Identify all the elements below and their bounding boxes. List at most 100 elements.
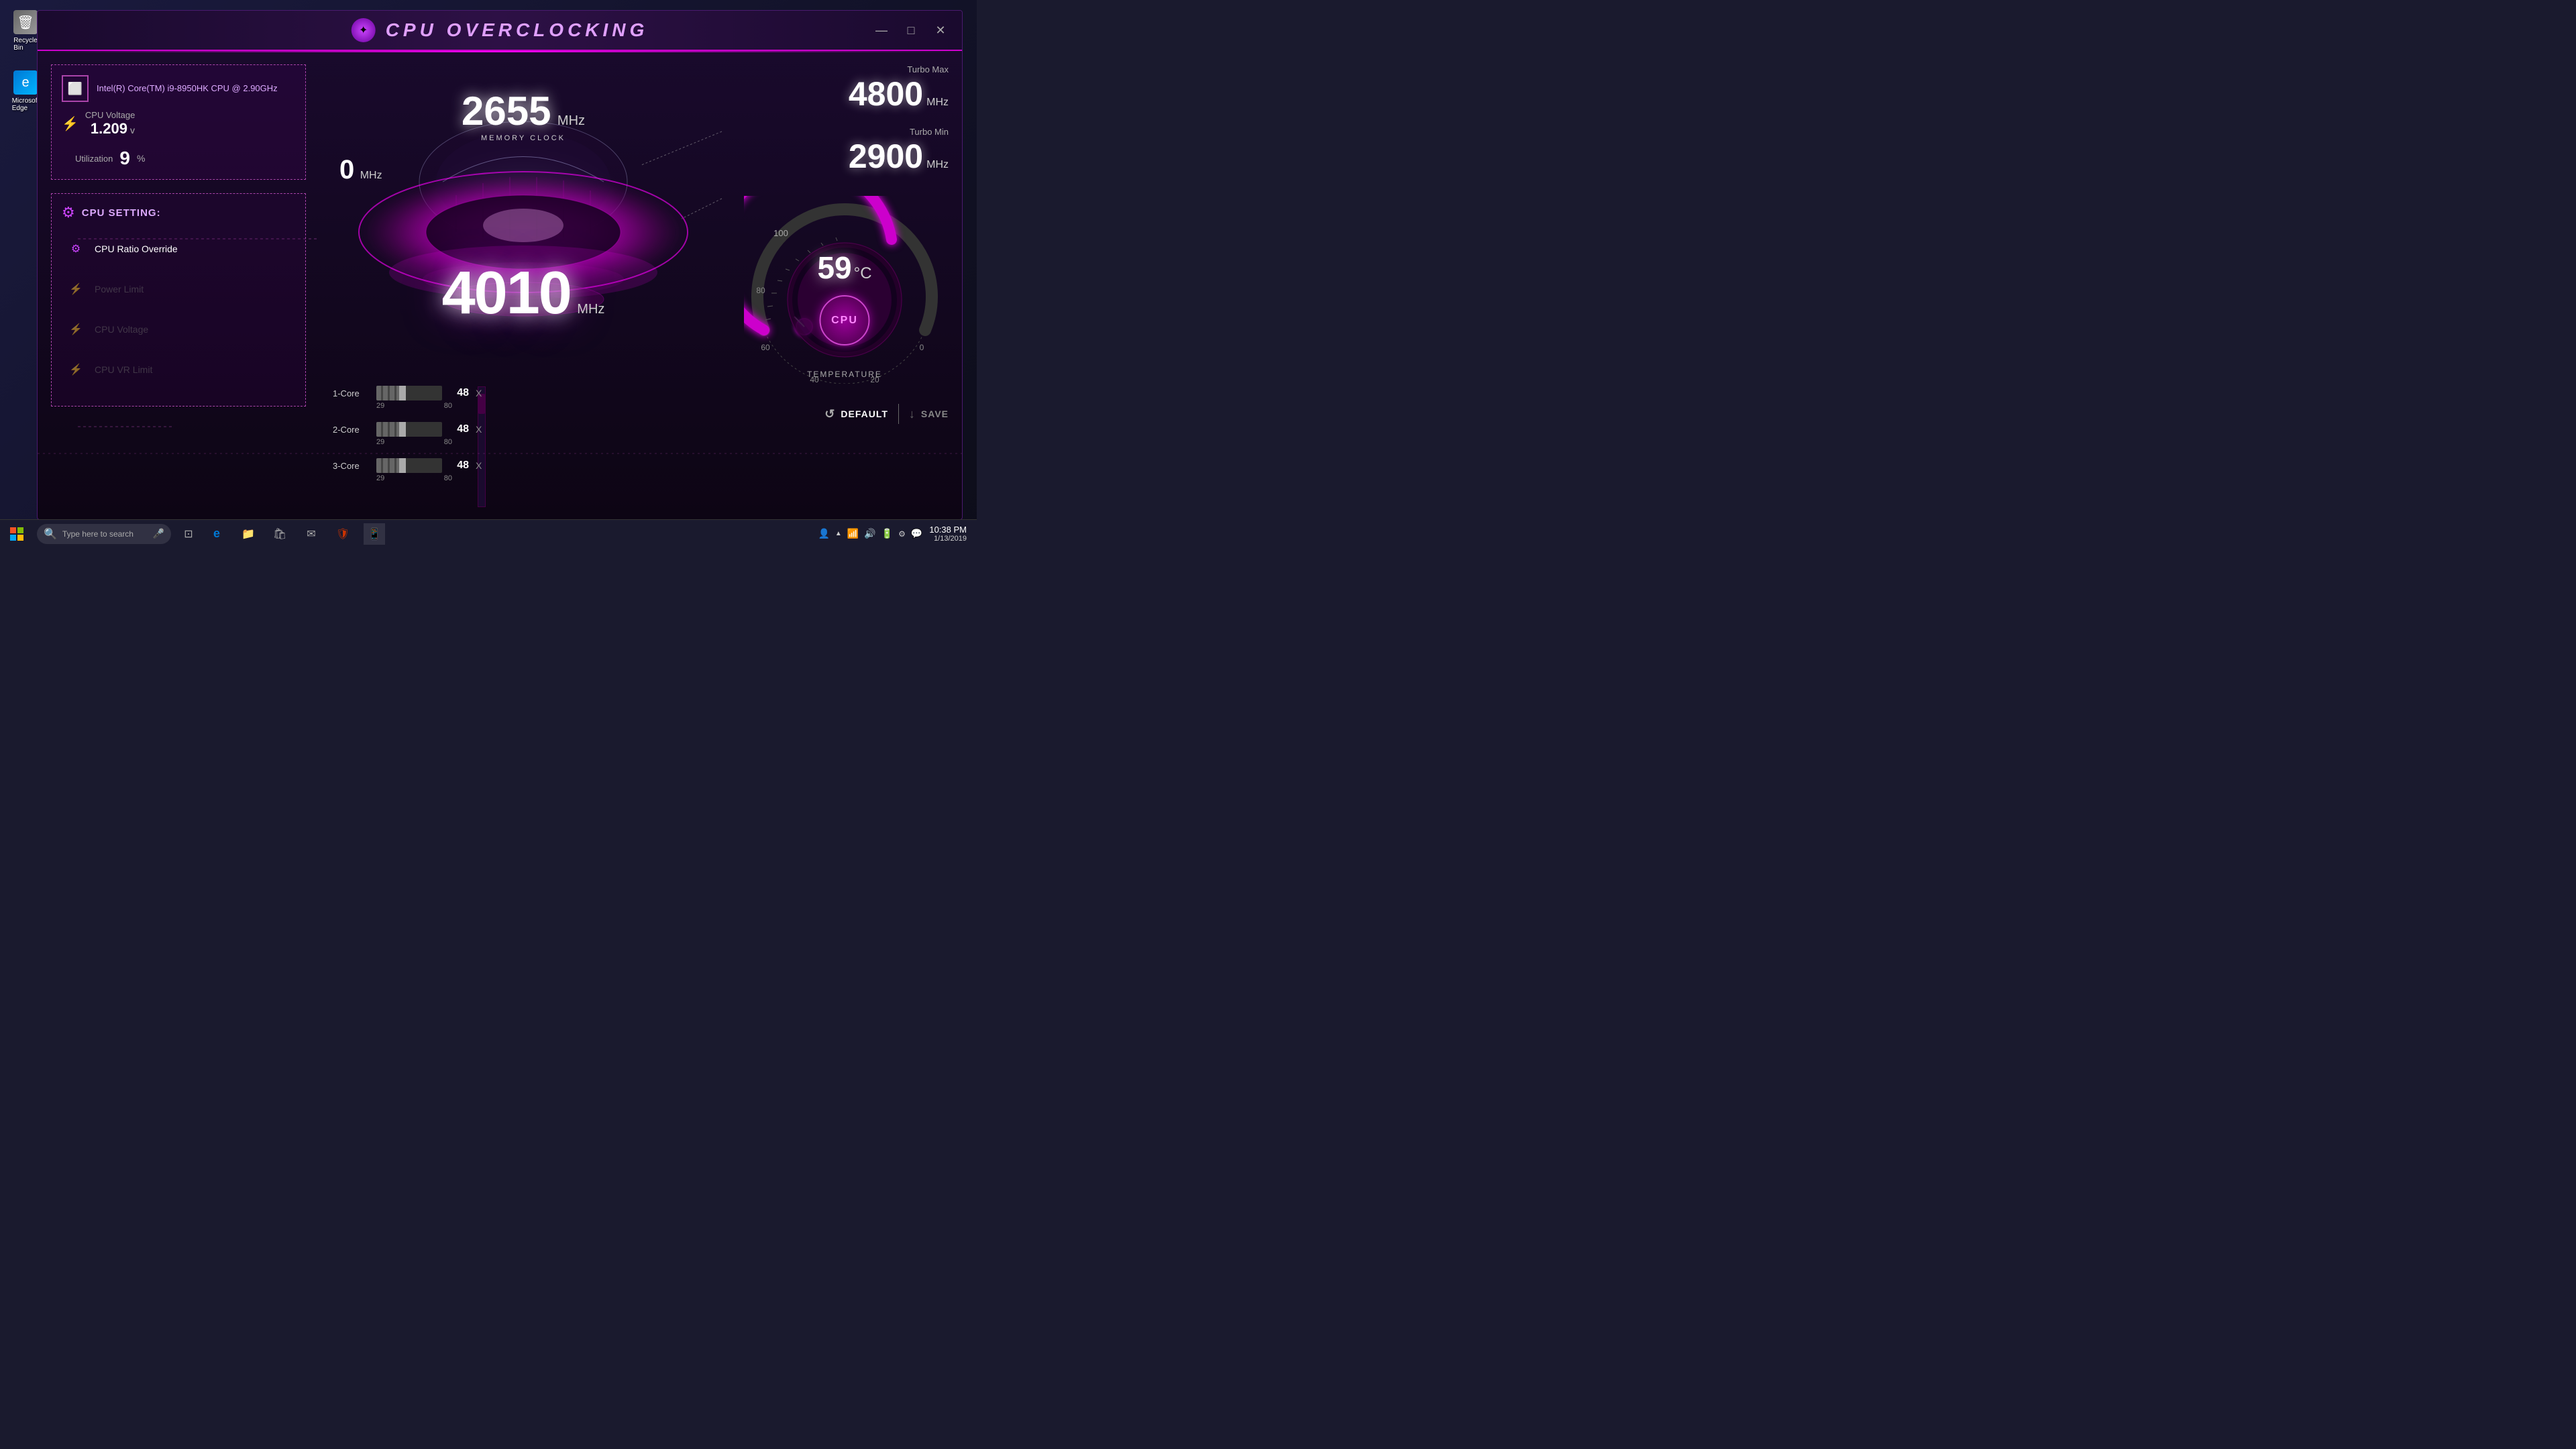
chevron-tray-icon[interactable]: ▲ bbox=[835, 530, 842, 537]
action-divider bbox=[898, 404, 899, 424]
right-panel: Turbo Max 4800 MHz Turbo Min 2900 MHz bbox=[727, 51, 962, 519]
app-icon: ✦ bbox=[352, 18, 376, 42]
voltage-info: CPU Voltage 1.209 v bbox=[85, 110, 135, 138]
antivirus-taskbar-icon[interactable]: 🛡 bbox=[332, 523, 354, 545]
slider-3core-label: 3-Core bbox=[333, 461, 370, 471]
memory-clock-value: 2655 MHz bbox=[462, 88, 585, 134]
main-freq-value: 4010 bbox=[442, 260, 571, 327]
network-icon: 📶 bbox=[847, 528, 859, 539]
cpu-vr-limit-icon: ⚡ bbox=[65, 359, 87, 380]
app-title: CPU OVERCLOCKING bbox=[386, 19, 649, 41]
slider-1core-track[interactable] bbox=[376, 386, 442, 400]
slider-3core-x[interactable]: X bbox=[476, 460, 486, 471]
system-tray: 👤 ▲ 📶 🔊 🔋 ⚙ 💬 10:38 PM 1/13/2019 bbox=[818, 525, 977, 543]
left-freq-unit: MHz bbox=[360, 170, 382, 181]
turbo-max-unit: MHz bbox=[926, 97, 949, 109]
setting-cpu-vr-limit[interactable]: ⚡ CPU VR Limit bbox=[62, 356, 295, 384]
setting-cpu-voltage[interactable]: ⚡ CPU Voltage bbox=[62, 315, 295, 343]
store-icon: 🛍 bbox=[273, 527, 286, 541]
close-button[interactable]: ✕ bbox=[932, 22, 949, 38]
edge-taskbar-icon[interactable]: e bbox=[206, 523, 227, 545]
minimize-button[interactable]: — bbox=[873, 22, 890, 38]
slider-2core-x[interactable]: X bbox=[476, 424, 486, 435]
battery-icon: 🔋 bbox=[881, 528, 893, 539]
temperature-gauge: 100 80 60 40 20 0 bbox=[744, 196, 945, 397]
power-limit-icon: ⚡ bbox=[65, 278, 87, 300]
window-controls: — □ ✕ bbox=[873, 22, 949, 38]
power-limit-label: Power Limit bbox=[95, 284, 144, 294]
svg-text:60: 60 bbox=[761, 343, 770, 352]
task-view-button[interactable]: ⊡ bbox=[178, 523, 199, 545]
voltage-icon: ⚡ bbox=[62, 115, 78, 132]
save-button[interactable]: ↓ SAVE bbox=[909, 407, 949, 421]
explorer-taskbar-icon[interactable]: 📁 bbox=[237, 523, 259, 545]
slider-3core-value: 48 bbox=[449, 460, 469, 472]
memory-clock-display: 2655 MHz MEMORY CLOCK bbox=[462, 88, 585, 142]
temperature-label: TEMPERATURE bbox=[807, 368, 882, 380]
slider-1core: 1-Core 48 X 29 80 bbox=[333, 386, 486, 410]
turbo-min-label: Turbo Min bbox=[727, 127, 949, 137]
left-freq-value: 0 bbox=[339, 155, 354, 184]
clock-date: 1/13/2019 bbox=[929, 535, 967, 543]
cpu-name: Intel(R) Core(TM) i9-8950HK CPU @ 2.90GH… bbox=[97, 83, 278, 95]
temperature-value: 59 bbox=[817, 250, 851, 286]
main-freq-unit: MHz bbox=[577, 302, 604, 317]
microphone-icon[interactable]: 🎤 bbox=[153, 528, 164, 539]
slider-3core-track[interactable] bbox=[376, 458, 442, 473]
clock-time: 10:38 PM bbox=[929, 525, 967, 535]
slider-3core-max: 80 bbox=[444, 474, 452, 482]
cpu-gauge-label: CPU bbox=[820, 295, 870, 345]
system-clock[interactable]: 10:38 PM 1/13/2019 bbox=[929, 525, 967, 543]
setting-power-limit[interactable]: ⚡ Power Limit bbox=[62, 275, 295, 303]
turbo-max-label: Turbo Max bbox=[727, 64, 949, 74]
slider-1core-min: 29 bbox=[376, 402, 384, 410]
desktop: 🗑 RecycleBin e MicrosoftEdge ✦ CPU OVERC… bbox=[0, 0, 977, 547]
cpu-info-box: ⬜ Intel(R) Core(TM) i9-8950HK CPU @ 2.90… bbox=[51, 64, 306, 180]
default-button[interactable]: ↺ DEFAULT bbox=[824, 407, 888, 421]
voltage-unit: v bbox=[130, 125, 135, 136]
utilization-value: 9 bbox=[119, 148, 130, 169]
maximize-button[interactable]: □ bbox=[903, 22, 919, 38]
mail-taskbar-icon[interactable]: ✉ bbox=[301, 523, 322, 545]
volume-icon: 🔊 bbox=[864, 528, 875, 539]
cpu-label-text: CPU bbox=[831, 315, 858, 327]
turbo-min-display: Turbo Min 2900 MHz bbox=[727, 127, 962, 176]
utilization-unit: % bbox=[137, 153, 145, 164]
svg-text:0: 0 bbox=[920, 343, 924, 352]
store-taskbar-icon[interactable]: 🛍 bbox=[269, 523, 290, 545]
slider-2core-value: 48 bbox=[449, 423, 469, 435]
slider-1core-handle[interactable] bbox=[399, 386, 406, 400]
cpu-settings-section: ⚙ CPU SETTING: ⚙ CPU Ratio Override ⚡ Po… bbox=[51, 193, 306, 407]
app-taskbar-icon[interactable]: 📱 bbox=[364, 523, 385, 545]
start-button[interactable] bbox=[0, 520, 34, 548]
voltage-value: 1.209 bbox=[91, 120, 127, 138]
slider-2core-min: 29 bbox=[376, 438, 384, 446]
cpu-info-header: ⬜ Intel(R) Core(TM) i9-8950HK CPU @ 2.90… bbox=[62, 75, 295, 102]
slider-2core-label: 2-Core bbox=[333, 425, 370, 435]
action-buttons: ↺ DEFAULT ↓ SAVE bbox=[727, 404, 962, 424]
cpu-voltage-icon: ⚡ bbox=[65, 319, 87, 340]
sliders-container: 1-Core 48 X 29 80 bbox=[319, 386, 499, 482]
taskbar-app-icons: e 📁 🛍 ✉ 🛡 📱 bbox=[206, 523, 385, 545]
app-window: ✦ CPU OVERCLOCKING — □ ✕ bbox=[37, 10, 963, 520]
slider-3core-handle[interactable] bbox=[399, 458, 406, 473]
title-content: ✦ CPU OVERCLOCKING bbox=[352, 18, 649, 42]
slider-1core-value: 48 bbox=[449, 387, 469, 399]
slider-2core-track[interactable] bbox=[376, 422, 442, 437]
utilization-label: Utilization bbox=[75, 154, 113, 164]
settings-icon: ⚙ bbox=[62, 204, 75, 221]
cpu-vr-limit-label: CPU VR Limit bbox=[95, 364, 152, 375]
app-icon-taskbar: 📱 bbox=[368, 527, 381, 541]
slider-3core-min: 29 bbox=[376, 474, 384, 482]
settings-tray-icon: ⚙ bbox=[898, 529, 906, 539]
setting-ratio-override[interactable]: ⚙ CPU Ratio Override bbox=[62, 235, 295, 263]
slider-1core-x[interactable]: X bbox=[476, 388, 486, 398]
slider-2core-handle[interactable] bbox=[399, 422, 406, 437]
search-bar[interactable]: 🔍 Type here to search 🎤 bbox=[37, 524, 171, 544]
ratio-override-icon: ⚙ bbox=[65, 238, 87, 260]
task-view-icon: ⊡ bbox=[184, 527, 193, 541]
settings-header: ⚙ CPU SETTING: bbox=[62, 204, 295, 221]
svg-text:80: 80 bbox=[756, 286, 765, 295]
temp-value-display: 59 °C bbox=[817, 250, 871, 286]
utilization-row: Utilization 9 % bbox=[62, 148, 295, 169]
